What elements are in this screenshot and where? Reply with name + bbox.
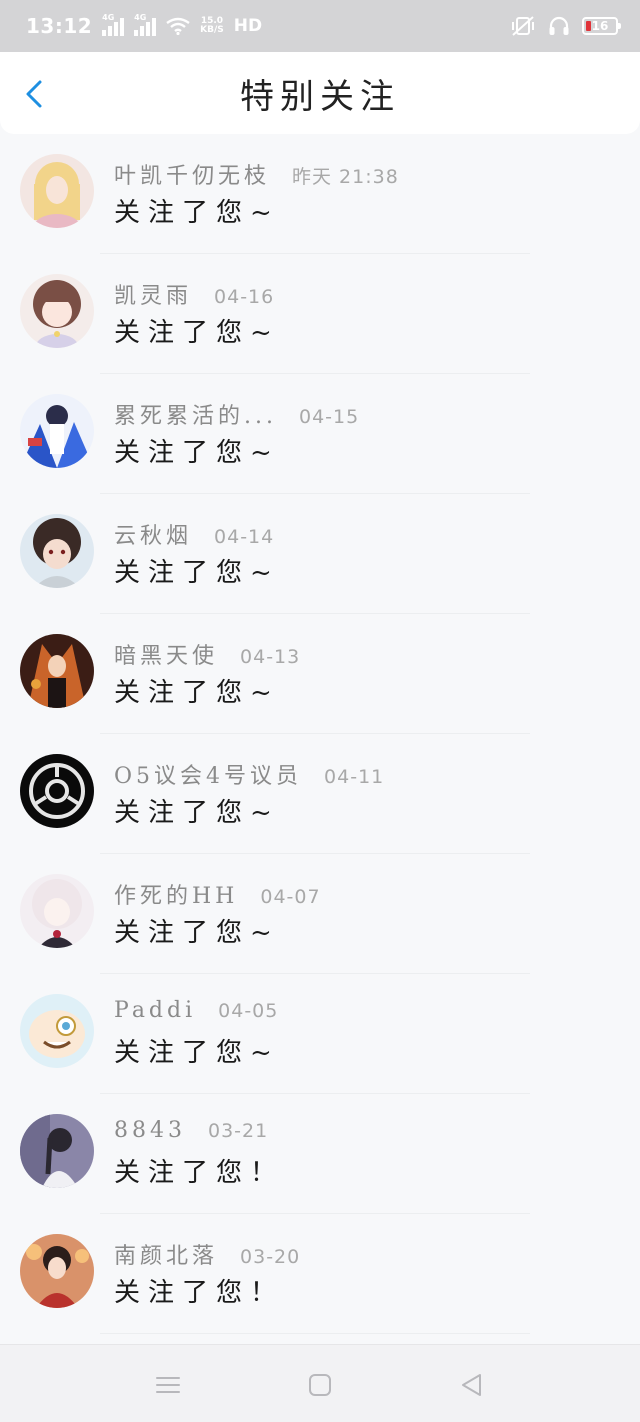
app-header: 特别关注 [0, 52, 640, 134]
user-name[interactable]: 叶凯千仞无枝 [114, 158, 270, 190]
hd-indicator: HD [233, 16, 263, 36]
avatar[interactable] [20, 874, 94, 948]
home-icon[interactable] [306, 1371, 334, 1399]
list-item[interactable]: O5议会4号议员 04-11 关注了您~ [0, 734, 640, 854]
battery-icon: 16 [582, 17, 621, 35]
timestamp: 04-15 [298, 406, 360, 428]
message-text: 关注了您~ [114, 918, 280, 948]
user-name[interactable]: O5议会4号议员 [114, 758, 302, 790]
user-name[interactable]: 作死的HH [114, 878, 238, 910]
list-item[interactable]: 凯灵雨 04-16 关注了您~ [0, 254, 640, 374]
list-item[interactable]: 南颜北落 03-20 关注了您！ [0, 1214, 640, 1334]
list-item[interactable]: 8843 03-21 关注了您！ [0, 1094, 640, 1214]
list-item[interactable]: 作死的HH 04-07 关注了您~ [0, 854, 640, 974]
timestamp: 04-14 [214, 526, 275, 548]
list-item[interactable]: Paddi 04-05 关注了您~ [0, 974, 640, 1094]
avatar[interactable] [20, 1234, 94, 1308]
network-speed: 15.0 KB/S [200, 16, 224, 35]
clock: 13:12 [26, 14, 93, 38]
message-text: 关注了您！ [114, 1278, 285, 1308]
timestamp: 04-05 [218, 1000, 279, 1022]
status-bar: 13:12 4G 4G 15.0 KB/S HD 16 [0, 0, 640, 52]
user-name[interactable]: 南颜北落 [114, 1238, 218, 1270]
avatar[interactable] [20, 994, 94, 1068]
avatar[interactable] [20, 274, 94, 348]
back-triangle-icon[interactable] [458, 1371, 486, 1399]
avatar[interactable] [20, 154, 94, 228]
timestamp: 03-20 [240, 1246, 301, 1268]
list-item[interactable]: 暗黑天使 04-13 关注了您~ [0, 614, 640, 734]
timestamp: 04-11 [324, 766, 385, 788]
avatar[interactable] [20, 634, 94, 708]
timestamp: 04-07 [260, 886, 321, 908]
message-text: 关注了您~ [114, 438, 280, 468]
cell-signal-icon: 4G [102, 13, 125, 36]
timestamp: 昨天 21:38 [292, 166, 399, 188]
list-item[interactable]: 云秋烟 04-14 关注了您~ [0, 494, 640, 614]
timestamp: 04-13 [240, 646, 301, 668]
avatar[interactable] [20, 754, 94, 828]
message-text: 关注了您！ [114, 1158, 285, 1188]
user-name[interactable]: 云秋烟 [114, 518, 192, 550]
user-name[interactable]: 累死累活的... [114, 398, 277, 430]
headphones-icon [549, 16, 569, 35]
user-name[interactable]: Paddi [114, 998, 196, 1023]
menu-icon[interactable] [154, 1371, 182, 1399]
back-icon[interactable] [18, 74, 54, 114]
follow-notification-list: 叶凯千仞无枝 昨天 21:38 关注了您~ 凯灵雨 04-16 关注了您~ 累死… [0, 134, 640, 1334]
wifi-icon [166, 17, 190, 35]
message-text: 关注了您~ [114, 318, 280, 348]
message-text: 关注了您~ [114, 558, 280, 588]
user-name[interactable]: 8843 [114, 1118, 186, 1143]
divider [100, 1333, 530, 1334]
user-name[interactable]: 凯灵雨 [114, 278, 192, 310]
avatar[interactable] [20, 514, 94, 588]
cell-signal-icon-2: 4G [134, 13, 157, 36]
avatar[interactable] [20, 394, 94, 468]
system-navigation-bar [0, 1344, 640, 1422]
vibrate-mute-icon [512, 16, 534, 36]
user-name[interactable]: 暗黑天使 [114, 638, 218, 670]
avatar[interactable] [20, 1114, 94, 1188]
timestamp: 03-21 [208, 1120, 269, 1142]
page-title: 特别关注 [240, 76, 400, 117]
message-text: 关注了您~ [114, 198, 280, 228]
message-text: 关注了您~ [114, 1038, 280, 1068]
message-text: 关注了您~ [114, 798, 280, 828]
message-text: 关注了您~ [114, 678, 280, 708]
list-item[interactable]: 叶凯千仞无枝 昨天 21:38 关注了您~ [0, 134, 640, 254]
list-item[interactable]: 累死累活的... 04-15 关注了您~ [0, 374, 640, 494]
timestamp: 04-16 [214, 286, 275, 308]
